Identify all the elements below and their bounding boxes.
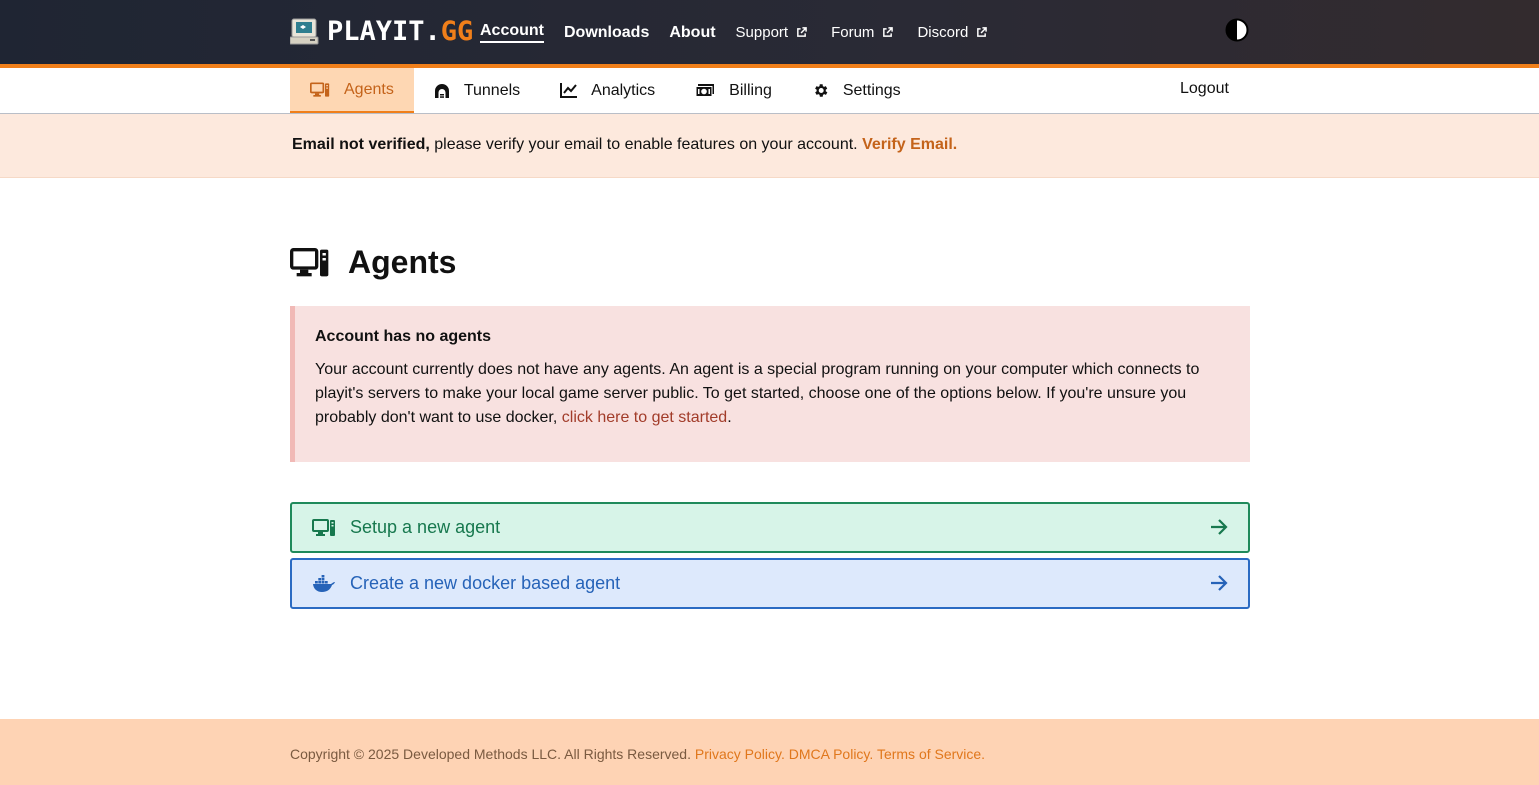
privacy-policy-link[interactable]: Privacy Policy. <box>695 746 785 762</box>
tab-agents[interactable]: Agents <box>290 68 414 113</box>
get-started-link[interactable]: click here to get started <box>562 409 727 426</box>
dmca-policy-link[interactable]: DMCA Policy. <box>789 746 874 762</box>
tab-settings[interactable]: Settings <box>792 68 921 113</box>
banner-strong-text: Email not verified, <box>292 136 430 153</box>
copyright-text: Copyright © 2025 Developed Methods LLC. … <box>290 746 695 762</box>
top-nav: Account Downloads About Support Forum Di… <box>480 22 1011 43</box>
money-icon <box>695 84 715 97</box>
footer: Copyright © 2025 Developed Methods LLC. … <box>0 719 1539 785</box>
brand-logo[interactable]: PLAYIT.GG <box>290 14 473 48</box>
verify-email-link[interactable]: Verify Email. <box>862 136 957 153</box>
no-agents-notice: Account has no agents Your account curre… <box>290 306 1250 462</box>
logout-link[interactable]: Logout <box>1180 80 1229 98</box>
page-heading: Agents <box>290 244 456 281</box>
brand-wordmark: PLAYIT.GG <box>327 15 474 47</box>
nav-discord-label: Discord <box>917 24 969 41</box>
notice-body-text: Your account currently does not have any… <box>315 361 1200 426</box>
page-title: Agents <box>348 244 457 280</box>
setup-new-agent-button[interactable]: Setup a new agent <box>290 502 1250 553</box>
notice-body: Your account currently does not have any… <box>315 358 1220 430</box>
tab-tunnels-label: Tunnels <box>463 81 521 99</box>
tab-tunnels[interactable]: Tunnels <box>414 68 540 113</box>
contrast-icon[interactable] <box>1225 18 1249 42</box>
docker-icon <box>313 574 335 592</box>
external-link-icon <box>797 27 807 37</box>
nav-forum-link[interactable]: Forum <box>831 24 894 41</box>
nav-support-label: Support <box>735 24 789 41</box>
banner-message: Email not verified, please verify your e… <box>292 136 957 154</box>
nav-support-link[interactable]: Support <box>736 24 808 41</box>
computer-icon <box>290 247 329 276</box>
computer-icon <box>312 518 335 536</box>
arrow-right-icon <box>1211 575 1228 591</box>
arrow-right-icon <box>1211 519 1228 535</box>
external-link-icon <box>977 27 988 37</box>
tab-billing[interactable]: Billing <box>675 68 792 113</box>
chart-line-icon <box>560 83 578 98</box>
external-link-icon <box>883 27 894 37</box>
retro-computer-icon <box>290 18 319 45</box>
notice-title: Account has no agents <box>315 328 492 345</box>
computer-icon <box>310 82 330 97</box>
tab-settings-label: Settings <box>842 81 901 99</box>
tab-billing-label: Billing <box>729 81 772 99</box>
notice-body-end: . <box>727 409 732 426</box>
nav-account-link[interactable]: Account <box>480 22 544 43</box>
setup-new-agent-label: Setup a new agent <box>350 517 501 537</box>
footer-text: Copyright © 2025 Developed Methods LLC. … <box>290 746 985 762</box>
nav-forum-label: Forum <box>831 24 875 41</box>
tab-analytics[interactable]: Analytics <box>540 68 675 113</box>
email-verification-banner: Email not verified, please verify your e… <box>0 114 1539 178</box>
banner-text: please verify your email to enable featu… <box>429 136 863 153</box>
nav-downloads-link[interactable]: Downloads <box>564 24 649 42</box>
terms-of-service-link[interactable]: Terms of Service. <box>877 746 985 762</box>
tab-analytics-label: Analytics <box>591 81 656 99</box>
top-navbar: PLAYIT.GG Account Downloads About Suppor… <box>0 0 1539 64</box>
tunnel-icon <box>434 83 449 98</box>
nav-about-link[interactable]: About <box>669 24 715 42</box>
create-docker-agent-label: Create a new docker based agent <box>350 573 621 593</box>
gear-icon <box>814 84 828 97</box>
nav-discord-link[interactable]: Discord <box>917 24 988 41</box>
account-subnav: Agents Tunnels Analytics Billing Setting… <box>0 68 1539 114</box>
create-docker-agent-button[interactable]: Create a new docker based agent <box>290 558 1250 609</box>
tab-agents-label: Agents <box>344 80 394 98</box>
